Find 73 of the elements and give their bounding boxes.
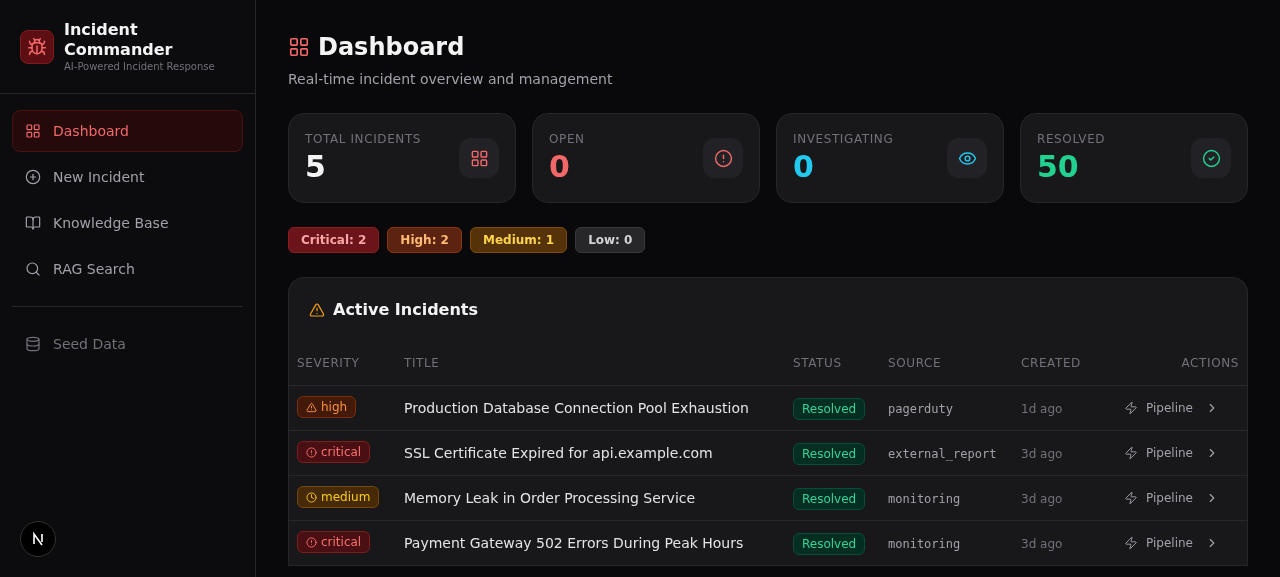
incident-title[interactable]: SSL Certificate Expired for api.example.com (404, 444, 713, 461)
bug-icon (27, 36, 47, 57)
book-icon (25, 215, 41, 231)
nav-item[interactable]: Seed Data (12, 323, 243, 365)
incident-title[interactable]: Production Database Connection Pool Exhaustion (404, 399, 749, 416)
source-text: monitoring (888, 536, 961, 551)
severity-badge: critical (297, 441, 371, 463)
warning-icon (306, 401, 317, 413)
stat-label: TOTAL INCIDENTS (305, 131, 422, 148)
source-text: monitoring (888, 491, 961, 506)
column-header: SEVERITY (297, 356, 360, 371)
stat-label: RESOLVED (1037, 131, 1106, 148)
nav-item[interactable]: Knowledge Base (12, 202, 243, 244)
alert-circle-icon (306, 536, 317, 548)
created-text: 1d ago (1021, 401, 1063, 416)
stat-value: 0 (549, 148, 571, 186)
incident-title[interactable]: Memory Leak in Order Processing Service (404, 489, 696, 506)
status-badge: Resolved (793, 487, 866, 510)
column-header: ACTIONS (1181, 356, 1239, 371)
created-text: 3d ago (1021, 446, 1063, 461)
pipeline-button[interactable]: Pipeline (1124, 488, 1193, 507)
logo-icon (31, 532, 45, 546)
grid-icon (288, 36, 310, 58)
severity-count-tag: Critical: 2 (288, 227, 380, 253)
database-icon (25, 336, 41, 352)
created-text: 3d ago (1021, 536, 1063, 551)
lightning-icon (1124, 445, 1139, 460)
column-header: CREATED (1021, 356, 1081, 371)
panel-title: Active Incidents (333, 299, 479, 321)
stat-label: OPEN (549, 131, 585, 148)
lightning-icon (1124, 400, 1139, 415)
page-title: Dashboard (318, 32, 465, 62)
incident-title[interactable]: Payment Gateway 502 Errors During Peak Hours (404, 534, 744, 551)
column-header: SOURCE (888, 356, 942, 371)
alert-circle-icon (713, 148, 733, 168)
warning-icon (309, 302, 325, 318)
app-subtitle: AI-Powered Incident Response (64, 60, 215, 73)
column-header: TITLE (404, 356, 440, 371)
source-text: external_report (888, 446, 997, 461)
lightning-icon (1124, 490, 1139, 505)
status-badge: Resolved (793, 442, 866, 465)
stat-value: 0 (793, 148, 815, 186)
grid-icon (25, 123, 41, 139)
source-text: pagerduty (888, 401, 954, 416)
plus-circle-icon (25, 169, 41, 185)
lightning-icon (1124, 535, 1139, 550)
severity-badge: high (297, 396, 357, 418)
nav-item[interactable]: RAG Search (12, 248, 243, 290)
alert-circle-icon (306, 446, 317, 458)
pipeline-button[interactable]: Pipeline (1124, 398, 1193, 417)
clock-icon (306, 491, 317, 503)
severity-count-tag: Low: 0 (575, 227, 646, 253)
stat-label: INVESTIGATING (793, 131, 894, 148)
severity-badge: critical (297, 531, 371, 553)
stat-value: 5 (305, 148, 327, 186)
stat-value: 50 (1037, 148, 1080, 186)
page-subtitle: Real-time incident overview and management (288, 70, 614, 89)
severity-count-tag: High: 2 (387, 227, 462, 253)
grid-icon (469, 148, 489, 168)
nav-item[interactable]: New Incident (12, 156, 243, 198)
app-title: Incident Commander (64, 20, 174, 60)
check-circle-icon (1201, 148, 1221, 168)
created-text: 3d ago (1021, 491, 1063, 506)
pipeline-button[interactable]: Pipeline (1124, 443, 1193, 462)
nav-item[interactable]: Dashboard (12, 110, 243, 152)
status-badge: Resolved (793, 532, 866, 555)
dev-indicator[interactable] (20, 521, 56, 557)
status-badge: Resolved (793, 397, 866, 420)
severity-count-tag: Medium: 1 (469, 227, 568, 253)
search-icon (25, 261, 41, 277)
pipeline-button[interactable]: Pipeline (1124, 533, 1193, 552)
column-header: STATUS (793, 356, 842, 371)
severity-badge: medium (297, 486, 380, 508)
